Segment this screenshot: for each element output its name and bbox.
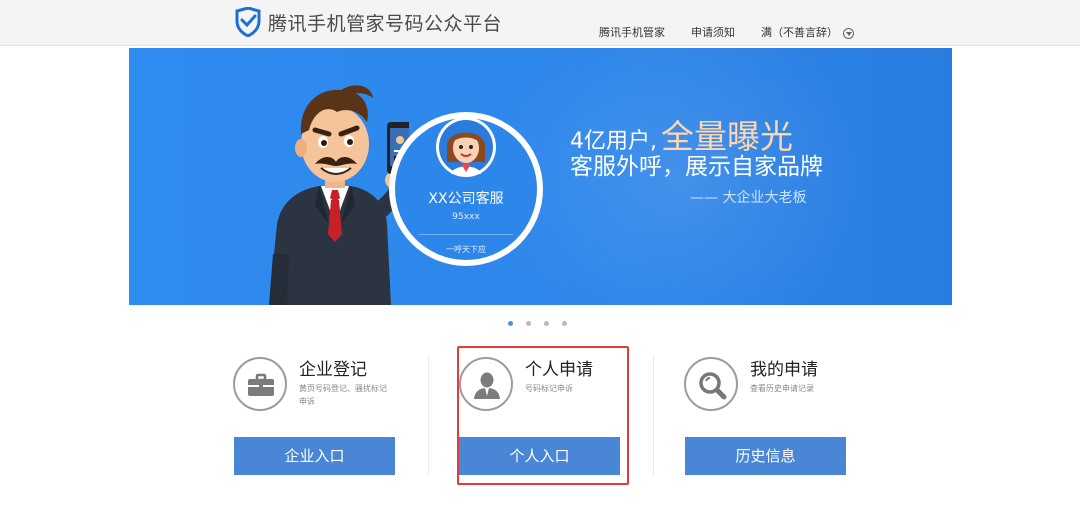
carousel-dots [508,321,580,326]
top-nav: 腾讯手机管家 申请须知 满（不善言辞） [599,24,854,40]
nav-user-menu[interactable]: 满（不善言辞） [761,24,854,40]
logo[interactable]: 腾讯手机管家号码公众平台 [234,7,502,37]
briefcase-icon [248,373,274,396]
nav-link-apply-notice[interactable]: 申请须知 [691,24,735,40]
chevron-down-icon[interactable] [843,27,854,39]
magnifier-icon-circle [684,357,738,411]
hero-banner[interactable]: XX公司客服 95xxx 一呼天下应 4亿用户, 全量曝光 客服外呼，展示自家品牌… [129,48,952,305]
briefcase-icon-circle [233,357,287,411]
section-divider [653,355,654,475]
banner-tagline-3: —— 大企业大老板 [690,190,807,206]
card-divider [419,234,513,235]
history-info-button[interactable]: 历史信息 [685,437,846,475]
shield-check-logo-icon [235,7,261,37]
magnifier-icon [699,372,727,400]
nav-link-tencent-manager[interactable]: 腾讯手机管家 [599,24,665,40]
highlight-box [457,346,629,485]
service-agent-avatar [436,117,496,177]
carousel-dot[interactable] [562,321,567,326]
card-phone-number: 95xxx [452,212,480,222]
card-company-name: XX公司客服 [428,191,504,207]
section-title: 我的申请 [750,360,818,380]
logo-text: 腾讯手机管家号码公众平台 [268,12,503,35]
carousel-dot[interactable] [544,321,549,326]
businessman-illustration [269,85,409,305]
section-title: 企业登记 [299,360,367,380]
top-header: 腾讯手机管家号码公众平台 腾讯手机管家 申请须知 满（不善言辞） [0,0,1080,46]
enterprise-entry-button[interactable]: 企业入口 [234,437,395,475]
carousel-dot[interactable] [508,321,513,326]
section-description: 查看历史申请记录 [750,384,814,393]
user-name[interactable]: 满（不善言辞） [761,26,838,39]
banner-tagline-2: 客服外呼，展示自家品牌 [570,154,823,180]
card-slogan: 一呼天下应 [446,245,486,254]
section-description: 黄页号码登记、骚扰标记申诉 [299,384,387,406]
section-divider [428,355,429,475]
carousel-dot[interactable] [526,321,531,326]
